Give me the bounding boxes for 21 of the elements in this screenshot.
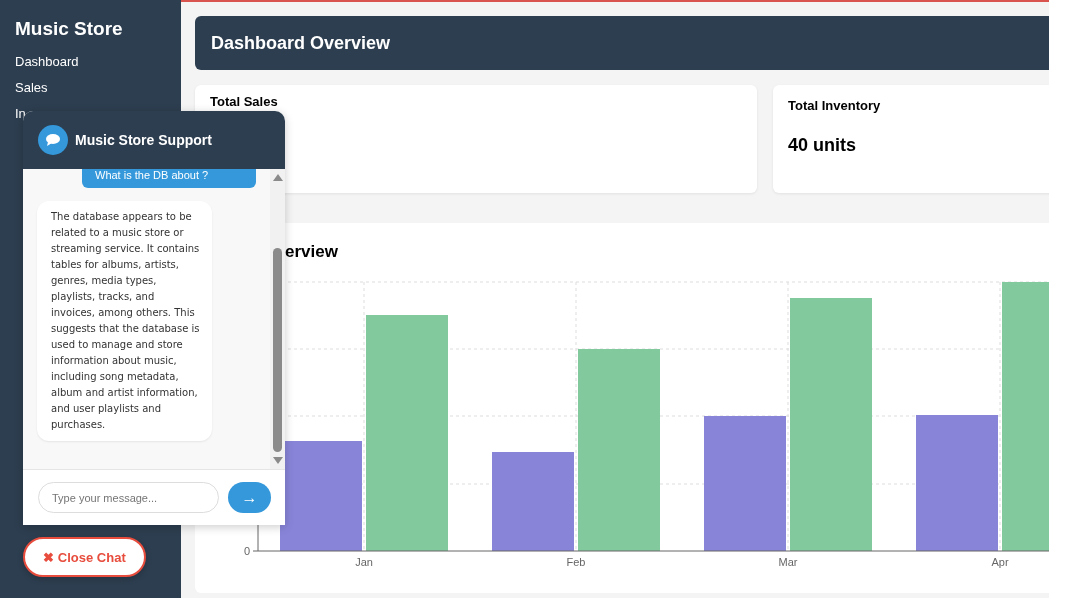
axis-tick-label: 0: [243, 545, 250, 557]
axis-tick-label: Apr: [991, 556, 1009, 568]
message-input[interactable]: Type your message...: [38, 482, 219, 513]
axis-tick-label: Jan: [355, 556, 373, 568]
card-value: 40 units: [788, 135, 858, 156]
close-chat-button[interactable]: ✖ Close Chat: [23, 537, 146, 577]
card-title: Total Inventory: [788, 98, 882, 113]
axis-tick-label: Feb: [566, 556, 586, 568]
card-title: Total Sales: [210, 94, 279, 109]
scrollbar[interactable]: [270, 169, 285, 469]
user-message: What is the DB about ?: [82, 169, 256, 188]
chat-title: Music Store Support: [75, 132, 212, 148]
bot-message: The database appears to be related to a music store or streaming service. It contains tables for albums, artists, genres, media types, playlists, tracks, and invoices, among others. This suggests that the database is used to manage and store information about music, including song metadata, album and artist information, and user playlists and purchases.: [37, 201, 212, 441]
app-title: Music Store: [15, 18, 124, 40]
nav-link[interactable]: In: [15, 106, 26, 121]
nav-link[interactable]: Sales: [15, 80, 48, 95]
chart-title: erview: [285, 242, 338, 262]
page-title: Dashboard Overview: [211, 32, 391, 54]
chat-icon: [38, 125, 68, 155]
nav-link[interactable]: Dashboard: [15, 54, 79, 69]
axis-tick-label: Mar: [778, 556, 798, 568]
